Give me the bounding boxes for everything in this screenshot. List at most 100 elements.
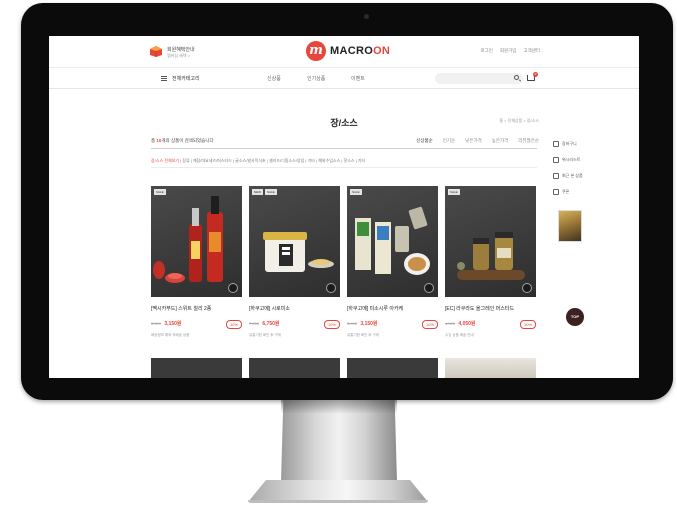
price-row: 7,500 6,750원 10% (249, 320, 340, 329)
original-price: 3,500 (151, 321, 162, 326)
discount-badge: 10% (323, 320, 340, 329)
hamburger-icon[interactable] (161, 76, 167, 81)
original-price: 7,500 (249, 321, 260, 326)
status-badge: SALE (448, 189, 460, 195)
price-row: 4,500 4,050원 10% (445, 320, 536, 329)
badge-row: SALE (448, 189, 460, 195)
result-count: 총 10개의 상품이 검색되었습니다 (151, 138, 214, 143)
add-to-cart-icon[interactable] (228, 283, 238, 293)
clock-icon (553, 173, 559, 179)
product-card-partial[interactable] (445, 358, 536, 378)
membership-link[interactable]: 회원혜택안내 (167, 46, 195, 53)
add-to-cart-icon[interactable] (326, 283, 336, 293)
sale-price: 4,050원 (458, 321, 476, 327)
product-image[interactable]: NEW SALE (249, 186, 340, 297)
nav-item-best[interactable]: 인기상품 (307, 75, 325, 82)
stand-shadow (281, 400, 397, 414)
product-name[interactable]: [하쿠고메] 시로미소 (249, 305, 340, 312)
product-image[interactable]: SALE (445, 186, 536, 297)
heart-icon (553, 157, 559, 163)
divider (151, 148, 537, 149)
sort-new[interactable]: 신상품순 (416, 138, 433, 144)
sort-popular[interactable]: 인기순 (443, 138, 455, 144)
search-icon[interactable] (514, 75, 519, 80)
join-link[interactable]: 회원가입 (500, 48, 517, 54)
website-screen: 회원혜택안내 멤버십 혜택 > m MACROON 로그인 회원가입 고객센터 … (49, 36, 639, 378)
stand-base-edge (248, 500, 428, 503)
recent-product-thumbnail[interactable] (558, 210, 582, 242)
original-price: 4,500 (445, 321, 456, 326)
sort-low-price[interactable]: 낮은가격 (465, 138, 482, 144)
product-image[interactable]: SALE (347, 186, 438, 297)
cs-center-link[interactable]: 고객센터 (523, 48, 540, 54)
price-row: 3,500 3,150원 10% (347, 320, 438, 329)
product-name[interactable]: [멕시카푸드] 스위트 칠리 2종 (151, 305, 242, 312)
discount-badge: 10% (225, 320, 242, 329)
product-card-partial[interactable] (249, 358, 340, 378)
sort-high-price[interactable]: 높은가격 (492, 138, 509, 144)
login-link[interactable]: 로그인 (480, 48, 492, 54)
divider (151, 167, 537, 168)
membership-sub[interactable]: 멤버십 혜택 > (167, 53, 190, 59)
breadcrumb[interactable]: 홈 > 전체상품 > 장/소스 (499, 118, 539, 124)
mustard-jars-image (457, 232, 525, 280)
badge-row: SALE (350, 189, 362, 195)
nav-item-new[interactable]: 신상품 (267, 75, 281, 82)
status-badge: SALE (350, 189, 362, 195)
product-desc: 유통기한 확인 후 구매 (347, 333, 379, 337)
membership-box-icon[interactable] (149, 44, 163, 58)
product-desc: 유통기한 확인 후 구매 (249, 333, 281, 337)
product-card[interactable]: SALE [멕시카푸드] 스위트 칠리 2종 3,500 3,150원 10% … (151, 186, 242, 338)
subcategory-filters[interactable]: 장/소스 전체보기 | 장류 | 케찹/마요네즈/머스타드 | 굴소스/발사믹식… (151, 158, 537, 164)
discount-badge: 10% (421, 320, 438, 329)
miso-tub-image (263, 232, 334, 272)
discount-badge: 10% (519, 320, 536, 329)
logo-text: MACROON (330, 45, 391, 57)
miso-soup-packs-image (355, 206, 430, 275)
product-card[interactable]: NEW SALE [하쿠고메] 시로미소 7,500 6,750원 10% 유통… (249, 186, 340, 338)
all-categories-link[interactable]: 전체카테고리 (172, 75, 200, 82)
status-badge: SALE (265, 189, 277, 195)
sidebar-item-cart[interactable]: 장바구니 (553, 136, 593, 152)
price-row: 3,500 3,150원 10% (151, 320, 242, 329)
nav-item-event[interactable]: 이벤트 (351, 75, 365, 82)
search-input[interactable] (435, 73, 523, 84)
hot-sauce-bottles-image (153, 196, 223, 283)
camera-dot (364, 14, 369, 19)
product-desc: 수입 상품 배송 안내 (445, 333, 474, 337)
site-logo[interactable]: m MACROON (306, 40, 390, 62)
product-name[interactable]: [EC] 라쿠라도 올그레인 머스타드 (445, 305, 536, 312)
monitor-stand-base (248, 480, 428, 502)
product-card[interactable]: SALE [하쿠고메] 미소시루 아카케 3,500 3,150원 10% 유통… (347, 186, 438, 338)
scroll-top-button[interactable]: TOP (566, 308, 584, 326)
sidebar-item-recent[interactable]: 최근 본 상품 (553, 168, 593, 184)
product-card-partial[interactable] (151, 358, 242, 378)
sale-price: 3,150원 (360, 321, 378, 327)
add-to-cart-icon[interactable] (522, 283, 532, 293)
product-name[interactable]: [하쿠고메] 미소시루 아카케 (347, 305, 438, 312)
product-card-partial[interactable] (347, 358, 438, 378)
status-badge: SALE (154, 189, 166, 195)
sale-price: 3,150원 (164, 321, 182, 327)
main-nav: 전체카테고리 신상품 인기상품 이벤트 0 (49, 69, 639, 89)
page-title: 장/소스 (330, 118, 358, 128)
coupon-icon (553, 189, 559, 195)
sort-reviews[interactable]: 리뷰많은순 (518, 138, 539, 144)
sale-price: 6,750원 (262, 321, 280, 327)
sidebar-item-coupon[interactable]: 쿠폰 (553, 184, 593, 200)
imac-mockup: 회원혜택안내 멤버십 혜택 > m MACROON 로그인 회원가입 고객센터 … (0, 0, 677, 509)
add-to-cart-icon[interactable] (424, 283, 434, 293)
cart-count-badge: 0 (533, 72, 538, 77)
cart-icon (553, 141, 559, 147)
utility-links: 로그인 회원가입 고객센터 (480, 48, 540, 54)
product-card[interactable]: SALE [EC] 라쿠라도 올그레인 머스타드 4,500 4,050원 10… (445, 186, 536, 338)
site-header: 회원혜택안내 멤버십 혜택 > m MACROON 로그인 회원가입 고객센터 (49, 36, 639, 68)
product-image[interactable]: SALE (151, 186, 242, 297)
sidebar-item-wishlist[interactable]: 위시리스트 (553, 152, 593, 168)
logo-m-icon: m (306, 41, 326, 61)
status-badge: NEW (252, 189, 263, 195)
sort-options: 신상품순 인기순 낮은가격 높은가격 리뷰많은순 (416, 138, 539, 144)
quick-sidebar: 장바구니 위시리스트 최근 본 상품 쿠폰 (553, 136, 593, 242)
product-desc: 배송정보 해외 직배송 상품 (151, 333, 190, 337)
badge-row: SALE (154, 189, 166, 195)
